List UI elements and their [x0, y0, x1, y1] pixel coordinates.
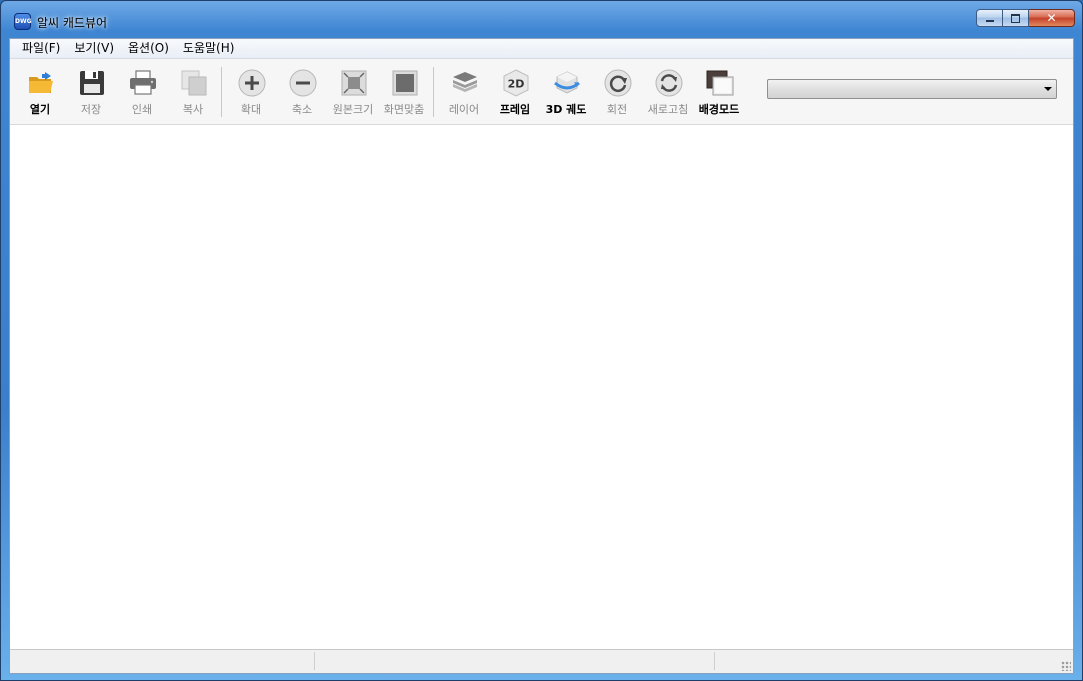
fit-screen-button[interactable]: 화면맞춤 [379, 67, 429, 117]
copy-label: 복사 [182, 103, 204, 116]
open-folder-icon [29, 72, 53, 93]
layers-button[interactable]: 레이어 [439, 67, 489, 117]
toolbar-separator [433, 67, 434, 117]
3d-orbit-button[interactable]: 3D 궤도 [541, 67, 591, 117]
menu-view[interactable]: 보기(V) [67, 39, 121, 58]
refresh-button[interactable]: 새로고침 [643, 67, 693, 117]
window-title: 알씨 캐드뷰어 [37, 16, 108, 30]
client-area: 파일(F) 보기(V) 옵션(O) 도움말(H) 열기 저장 인쇄 복사 확대 … [9, 38, 1074, 674]
menu-help[interactable]: 도움말(H) [176, 39, 242, 58]
layers-icon [453, 72, 477, 92]
fit-screen-label: 화면맞춤 [383, 103, 425, 116]
open-label: 열기 [29, 103, 51, 116]
print-button[interactable]: 인쇄 [117, 67, 167, 117]
close-button[interactable]: ✕ [1029, 9, 1075, 27]
copy-button[interactable]: 복사 [168, 67, 218, 117]
status-bar [10, 649, 1073, 673]
save-label: 저장 [80, 103, 102, 116]
printer-icon [130, 70, 156, 95]
toolbar: 열기 저장 인쇄 복사 확대 축소 원본크기 화면맞춤 레이어 2D 프레임 3… [10, 59, 1073, 125]
zoom-in-button[interactable]: 확대 [226, 67, 276, 117]
app-icon: DWG [14, 13, 32, 30]
zoom-out-label: 축소 [291, 103, 313, 116]
open-button[interactable]: 열기 [15, 67, 65, 117]
copy-icon [181, 70, 207, 96]
view-select-dropdown[interactable] [767, 79, 1057, 99]
drawing-canvas[interactable] [10, 125, 1073, 649]
zoom-in-icon [238, 69, 266, 97]
close-icon: ✕ [1046, 11, 1057, 25]
2d-text: 2D [508, 78, 525, 91]
print-label: 인쇄 [131, 103, 153, 116]
layers-label: 레이어 [448, 103, 480, 116]
fit-screen-icon [392, 70, 418, 96]
zoom-out-button[interactable]: 축소 [277, 67, 327, 117]
menu-file[interactable]: 파일(F) [10, 39, 67, 58]
3d-orbit-label: 3D 궤도 [545, 103, 587, 116]
title-bar[interactable]: DWG 알씨 캐드뷰어 ✕ [1, 1, 1082, 37]
menu-options[interactable]: 옵션(O) [121, 39, 176, 58]
save-button[interactable]: 저장 [66, 67, 116, 117]
caption-buttons: ✕ [976, 9, 1075, 27]
minimize-button[interactable] [976, 9, 1003, 27]
status-pane-1 [10, 652, 315, 670]
rotate-icon [604, 69, 632, 97]
zoom-out-icon [289, 69, 317, 97]
frame-button[interactable]: 2D 프레임 [490, 67, 540, 117]
background-mode-icon [706, 70, 734, 96]
original-size-label: 원본크기 [332, 103, 374, 116]
status-pane-2 [315, 652, 715, 670]
main-window: DWG 알씨 캐드뷰어 ✕ 파일(F) 보기(V) 옵션(O) 도움말(H) 열… [0, 0, 1083, 681]
save-disk-icon [80, 71, 104, 95]
resize-grip[interactable] [1061, 661, 1071, 671]
background-mode-button[interactable]: 배경모드 [694, 67, 744, 117]
refresh-icon [655, 69, 683, 97]
menu-bar: 파일(F) 보기(V) 옵션(O) 도움말(H) [10, 39, 1073, 59]
3d-orbit-icon [554, 71, 580, 94]
rotate-label: 회전 [606, 103, 628, 116]
maximize-button[interactable] [1003, 9, 1029, 27]
original-size-icon [341, 70, 367, 96]
chevron-down-icon [1044, 87, 1052, 91]
frame-label: 프레임 [499, 103, 531, 116]
rotate-button[interactable]: 회전 [592, 67, 642, 117]
refresh-label: 새로고침 [647, 103, 689, 116]
2d-frame-icon: 2D [503, 69, 529, 97]
original-size-button[interactable]: 원본크기 [328, 67, 378, 117]
zoom-in-label: 확대 [240, 103, 262, 116]
status-pane-3 [715, 652, 1067, 670]
background-mode-label: 배경모드 [698, 103, 740, 116]
